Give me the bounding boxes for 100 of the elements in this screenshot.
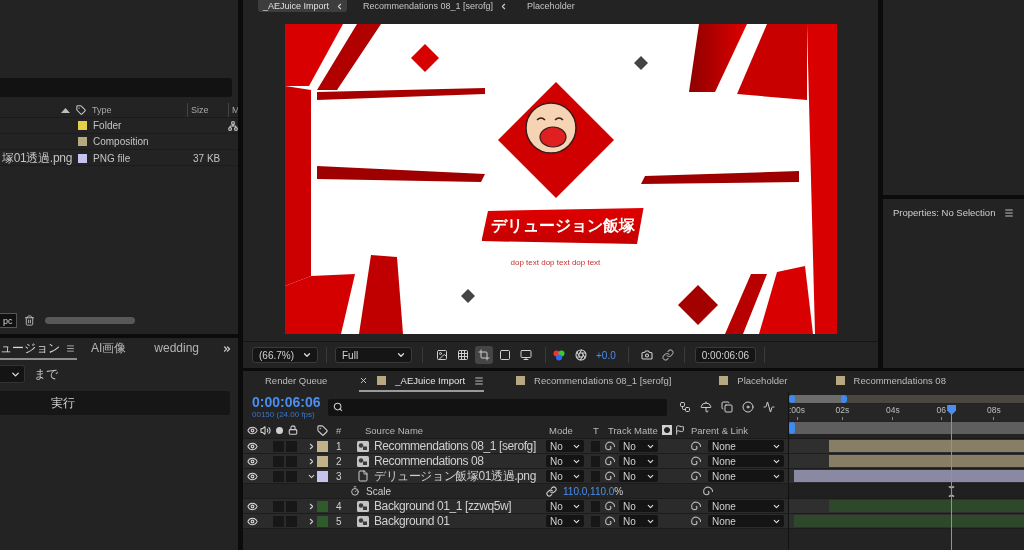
viewer-tab[interactable]: Recommendations 08_1 [serofg] — [358, 0, 512, 12]
aperture-icon[interactable] — [575, 349, 587, 361]
label-swatch-icon[interactable] — [78, 121, 87, 130]
exposure-value[interactable]: +0.0 — [596, 349, 616, 361]
timeline-tab[interactable]: _AEJuice Import — [359, 371, 485, 392]
chevron-right-icon[interactable] — [307, 501, 316, 511]
label-swatch-icon[interactable] — [317, 500, 328, 512]
layer-row[interactable]: 1 Recommendations 08_1 [serofg] No No None — [243, 439, 788, 454]
camera-icon[interactable] — [640, 349, 653, 361]
panel-tab[interactable]: ュージョン — [0, 338, 77, 360]
track-matte-dropdown[interactable]: No — [619, 500, 658, 512]
eye-icon[interactable] — [247, 515, 258, 527]
mode-dropdown[interactable]: No — [546, 470, 584, 482]
column-header[interactable]: Mode — [549, 424, 573, 436]
menu-icon[interactable] — [474, 375, 485, 386]
trash-icon[interactable] — [23, 315, 35, 326]
current-time[interactable]: 0:00:06:06 — [252, 395, 328, 410]
zoom-dropdown[interactable]: (66.7%) — [252, 347, 318, 363]
dropdown[interactable] — [0, 365, 25, 383]
menu-icon[interactable] — [1004, 207, 1015, 218]
label-swatch-icon[interactable] — [317, 470, 328, 482]
dot-icon[interactable] — [276, 426, 283, 434]
timeline-tab[interactable]: Placeholder — [719, 371, 804, 392]
eye-icon[interactable] — [247, 470, 258, 482]
mode-dropdown[interactable]: No — [546, 455, 584, 467]
layer-row[interactable]: 3 デリュージョン飯塚01透過.png No No None — [243, 469, 788, 484]
column-header[interactable]: Source Name — [365, 424, 424, 436]
parent-dropdown[interactable]: None — [708, 500, 784, 512]
chain-link-icon[interactable] — [661, 349, 674, 361]
label-swatch-icon[interactable] — [78, 137, 87, 146]
chevron-right-icon[interactable] — [307, 441, 316, 451]
eye-icon[interactable] — [247, 424, 258, 436]
playhead[interactable] — [947, 405, 957, 415]
viewer-tab[interactable]: Placeholder — [522, 0, 578, 12]
track-matte-dropdown[interactable]: No — [619, 470, 658, 482]
layer-name[interactable]: Recommendations 08_1 [serofg] — [374, 439, 536, 453]
eye-icon[interactable] — [247, 455, 258, 467]
sort-caret-icon[interactable] — [61, 107, 70, 113]
layer-name[interactable]: Background 01_1 [zzwq5w] — [374, 499, 512, 513]
umbrella-icon[interactable] — [700, 401, 712, 413]
eye-icon[interactable] — [247, 440, 258, 452]
workflow-icon[interactable] — [679, 401, 691, 413]
property-row[interactable]: Scale 110.0,110.0% — [243, 484, 788, 499]
bit-depth-button[interactable]: pc — [0, 313, 17, 328]
tag-icon[interactable] — [76, 105, 86, 115]
menu-icon[interactable] — [66, 343, 75, 353]
work-area-handle[interactable] — [789, 422, 795, 434]
scrollbar[interactable] — [44, 317, 135, 324]
column-header[interactable]: Parent & Link — [691, 424, 749, 436]
layer-row[interactable]: 2 Recommendations 08 No No None — [243, 454, 788, 469]
column-header[interactable]: T — [593, 424, 599, 436]
track-matte-dropdown[interactable]: No — [619, 515, 658, 527]
panel-tab[interactable]: wedding — [154, 338, 200, 360]
layer-search-field[interactable] — [328, 398, 667, 416]
speaker-icon[interactable] — [260, 424, 271, 436]
lock-icon[interactable] — [288, 425, 298, 435]
track-matte-dropdown[interactable]: No — [619, 440, 658, 452]
run-button[interactable]: 実行 — [0, 391, 230, 415]
timecode-field[interactable]: 0:00:06:06 — [694, 347, 756, 363]
column-header[interactable]: Type — [92, 105, 112, 115]
column-header[interactable]: Size — [191, 105, 209, 115]
label-swatch-icon[interactable] — [317, 440, 328, 452]
color-circles-icon[interactable] — [553, 349, 565, 361]
chain-link-icon[interactable] — [546, 485, 557, 497]
mode-dropdown[interactable]: No — [546, 500, 584, 512]
layer-name[interactable]: Recommendations 08 — [374, 454, 484, 468]
mode-dropdown[interactable]: No — [546, 515, 584, 527]
pulse-line-icon[interactable] — [763, 401, 775, 413]
disc-icon[interactable] — [742, 401, 754, 413]
navigator-handle[interactable] — [789, 395, 795, 403]
parent-dropdown[interactable]: None — [708, 515, 784, 527]
panel-tab[interactable]: AI画像 — [91, 338, 127, 360]
copy-icon[interactable] — [721, 401, 733, 413]
parent-dropdown[interactable]: None — [708, 455, 784, 467]
timeline-tab[interactable]: Recommendations 08_1 [serofg] — [516, 371, 688, 392]
stopwatch-icon[interactable] — [350, 486, 360, 496]
column-header[interactable]: M — [232, 105, 238, 115]
double-chevron-icon[interactable] — [222, 344, 232, 354]
layer-row[interactable]: 4 Background 01_1 [zzwq5w] No No None — [243, 499, 788, 514]
label-swatch-icon[interactable] — [317, 455, 328, 467]
track-matte-dropdown[interactable]: No — [619, 455, 658, 467]
chevron-right-icon[interactable] — [307, 516, 316, 526]
close-icon[interactable] — [359, 376, 369, 385]
parent-dropdown[interactable]: None — [708, 440, 784, 452]
eye-icon[interactable] — [247, 500, 258, 512]
viewer-tab[interactable]: _AEJuice Import — [258, 0, 348, 12]
view-toggle-button[interactable] — [475, 346, 493, 364]
layer-row[interactable]: 5 Background 01 No No None — [243, 514, 788, 529]
timeline-tab[interactable]: Render Queue — [265, 371, 328, 392]
label-swatch-icon[interactable] — [317, 515, 328, 527]
flag-icon[interactable] — [675, 425, 685, 435]
tag-icon[interactable] — [317, 424, 328, 436]
layer-name[interactable]: デリュージョン飯塚01透過.png — [374, 469, 536, 483]
mode-dropdown[interactable]: No — [546, 440, 584, 452]
label-swatch-icon[interactable] — [78, 154, 87, 163]
chevron-right-icon[interactable] — [307, 456, 316, 466]
timeline-tab[interactable]: Recommendations 08 — [835, 371, 962, 392]
resolution-dropdown[interactable]: Full — [335, 347, 412, 363]
navigator-handle[interactable] — [841, 395, 847, 403]
property-value[interactable]: 110.0,110.0 — [563, 485, 615, 497]
